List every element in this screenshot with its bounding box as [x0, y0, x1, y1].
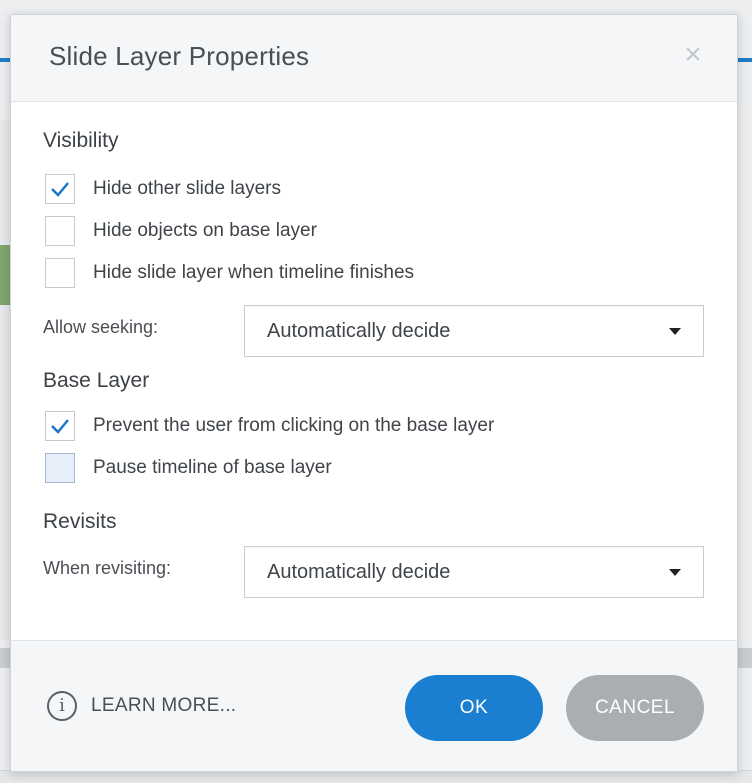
section-title-base-layer: Base Layer: [43, 369, 150, 392]
info-icon: i: [47, 691, 77, 721]
cancel-button[interactable]: CANCEL: [566, 675, 704, 741]
option-hide-layer-when-timeline-finishes[interactable]: Hide slide layer when timeline finishes: [45, 257, 414, 289]
learn-more-label: LEARN MORE...: [91, 695, 237, 716]
allow-seeking-value: Automatically decide: [267, 320, 451, 342]
when-revisiting-value: Automatically decide: [267, 561, 451, 583]
checkmark-icon: [51, 182, 69, 197]
option-pause-timeline-base-layer[interactable]: Pause timeline of base layer: [45, 452, 332, 484]
hide-objects-on-base-layer-checkbox[interactable]: [45, 216, 75, 246]
dialog-header: Slide Layer Properties ×: [11, 15, 737, 102]
learn-more-link[interactable]: i LEARN MORE...: [47, 691, 236, 721]
option-label: Hide slide layer when timeline finishes: [93, 262, 415, 283]
allow-seeking-dropdown[interactable]: Automatically decide: [244, 305, 704, 357]
hide-layer-when-timeline-finishes-checkbox[interactable]: [45, 258, 75, 288]
background-slide-thumbnail: [0, 245, 10, 305]
ok-button[interactable]: OK: [405, 675, 543, 741]
hide-other-slide-layers-checkbox[interactable]: [45, 174, 75, 204]
pause-timeline-base-layer-checkbox[interactable]: [45, 453, 75, 483]
option-label: Hide objects on base layer: [93, 220, 317, 241]
section-title-visibility: Visibility: [43, 129, 119, 152]
slide-layer-properties-dialog: Slide Layer Properties × Visibility Hide…: [10, 14, 738, 772]
dialog-title: Slide Layer Properties: [49, 41, 310, 71]
checkmark-icon: [51, 419, 69, 434]
caret-down-icon: [669, 569, 681, 576]
option-label: Hide other slide layers: [93, 178, 281, 199]
allow-seeking-label: Allow seeking:: [43, 317, 159, 337]
option-hide-other-slide-layers[interactable]: Hide other slide layers: [45, 173, 281, 205]
caret-down-icon: [669, 328, 681, 335]
dialog-footer: i LEARN MORE... OK CANCEL: [11, 640, 737, 771]
close-icon[interactable]: ×: [679, 40, 707, 70]
option-label: Pause timeline of base layer: [93, 457, 332, 478]
when-revisiting-label: When revisiting:: [43, 558, 172, 578]
option-hide-objects-on-base-layer[interactable]: Hide objects on base layer: [45, 215, 317, 247]
option-label: Prevent the user from clicking on the ba…: [93, 415, 495, 436]
when-revisiting-dropdown[interactable]: Automatically decide: [244, 546, 704, 598]
section-title-revisits: Revisits: [43, 510, 117, 533]
prevent-clicking-base-layer-checkbox[interactable]: [45, 411, 75, 441]
option-prevent-clicking-base-layer[interactable]: Prevent the user from clicking on the ba…: [45, 410, 494, 442]
